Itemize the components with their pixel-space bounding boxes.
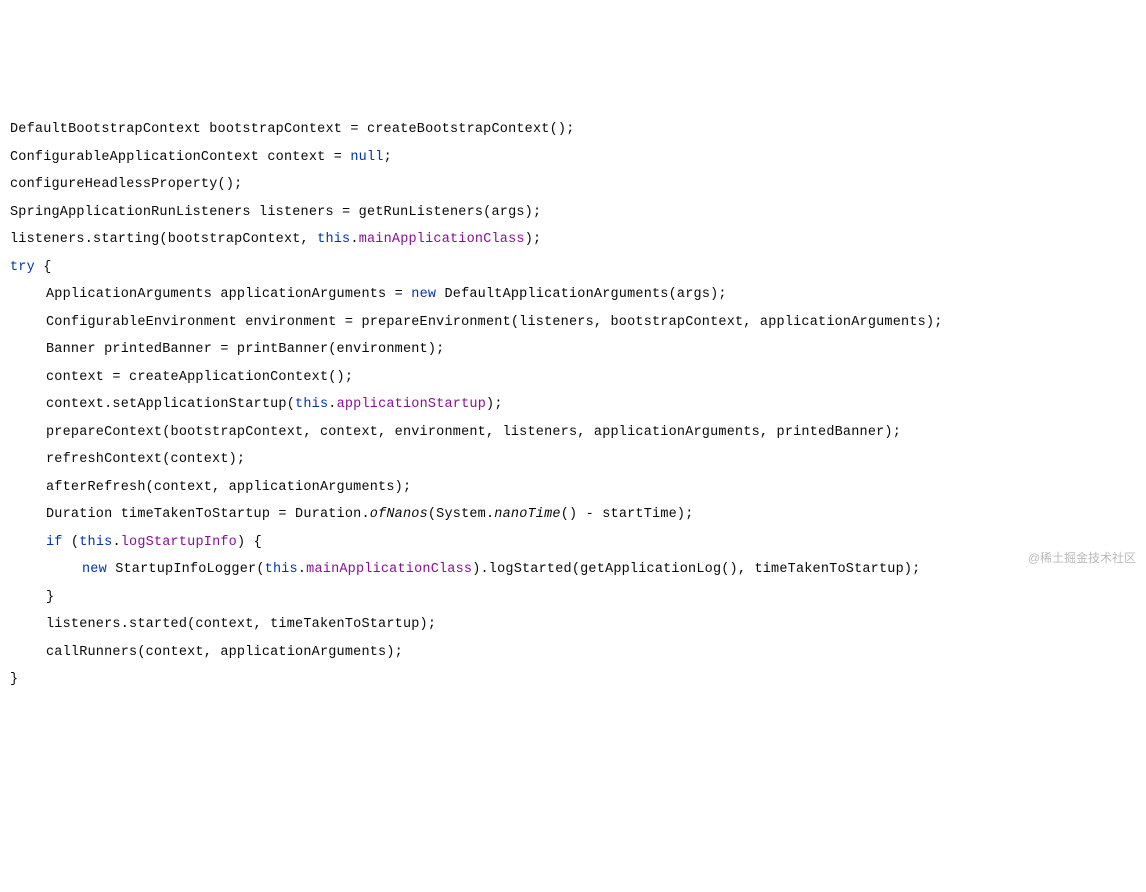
code-token: . xyxy=(328,397,336,412)
code-line: } xyxy=(10,584,1136,612)
code-token: if xyxy=(46,535,63,550)
code-token: new xyxy=(411,287,436,302)
code-token: } xyxy=(46,590,54,605)
code-token: ( xyxy=(63,535,80,550)
code-token: new xyxy=(82,562,107,577)
code-line: afterRefresh(context, applicationArgumen… xyxy=(10,474,1136,502)
code-token: StartupInfoLogger( xyxy=(107,562,265,577)
code-token: DefaultApplicationArguments(args); xyxy=(436,287,727,302)
code-token: applicationStartup xyxy=(337,397,486,412)
code-line: if (this.logStartupInfo) { xyxy=(10,529,1136,557)
code-line: context = createApplicationContext(); xyxy=(10,364,1136,392)
code-line: ConfigurableEnvironment environment = pr… xyxy=(10,309,1136,337)
code-block: DefaultBootstrapContext bootstrapContext… xyxy=(10,116,1136,694)
code-token: mainApplicationClass xyxy=(359,232,525,247)
code-token: this xyxy=(317,232,350,247)
code-token: . xyxy=(298,562,306,577)
code-line: callRunners(context, applicationArgument… xyxy=(10,639,1136,667)
code-line: Duration timeTakenToStartup = Duration.o… xyxy=(10,501,1136,529)
code-token: prepareContext(bootstrapContext, context… xyxy=(46,425,901,440)
code-token: context = createApplicationContext(); xyxy=(46,370,353,385)
code-line: prepareContext(bootstrapContext, context… xyxy=(10,419,1136,447)
code-line: context.setApplicationStartup(this.appli… xyxy=(10,391,1136,419)
code-line: ConfigurableApplicationContext context =… xyxy=(10,144,1136,172)
code-line: ApplicationArguments applicationArgument… xyxy=(10,281,1136,309)
code-token: nanoTime xyxy=(494,507,560,522)
code-token: ).logStarted(getApplicationLog(), timeTa… xyxy=(472,562,920,577)
code-token: () - startTime); xyxy=(561,507,694,522)
code-line: DefaultBootstrapContext bootstrapContext… xyxy=(10,116,1136,144)
code-token: ApplicationArguments applicationArgument… xyxy=(46,287,411,302)
code-token: callRunners(context, applicationArgument… xyxy=(46,645,403,660)
code-token: ConfigurableApplicationContext context = xyxy=(10,150,350,165)
code-line: listeners.starting(bootstrapContext, thi… xyxy=(10,226,1136,254)
code-token: } xyxy=(10,672,18,687)
code-line: SpringApplicationRunListeners listeners … xyxy=(10,199,1136,227)
code-line: listeners.started(context, timeTakenToSt… xyxy=(10,611,1136,639)
code-line: refreshContext(context); xyxy=(10,446,1136,474)
code-line: configureHeadlessProperty(); xyxy=(10,171,1136,199)
code-token: try xyxy=(10,260,35,275)
code-token: afterRefresh(context, applicationArgumen… xyxy=(46,480,411,495)
code-token: DefaultBootstrapContext bootstrapContext… xyxy=(10,122,575,137)
code-token: this xyxy=(265,562,298,577)
code-token: logStartupInfo xyxy=(121,535,237,550)
code-token: ); xyxy=(486,397,503,412)
code-token: Duration timeTakenToStartup = Duration. xyxy=(46,507,370,522)
code-token: ; xyxy=(384,150,392,165)
code-token: configureHeadlessProperty(); xyxy=(10,177,242,192)
code-token: refreshContext(context); xyxy=(46,452,245,467)
code-token: listeners.started(context, timeTakenToSt… xyxy=(46,617,436,632)
code-token: ConfigurableEnvironment environment = pr… xyxy=(46,315,943,330)
code-token: mainApplicationClass xyxy=(306,562,472,577)
code-line: } xyxy=(10,666,1136,694)
code-token: SpringApplicationRunListeners listeners … xyxy=(10,205,541,220)
watermark: @稀土掘金技术社区 xyxy=(1028,545,1136,573)
code-token: null xyxy=(350,150,383,165)
code-token: ); xyxy=(525,232,542,247)
code-token: context.setApplicationStartup( xyxy=(46,397,295,412)
code-token: this xyxy=(295,397,328,412)
code-token: { xyxy=(35,260,52,275)
code-token: ofNanos xyxy=(370,507,428,522)
code-token: Banner printedBanner = printBanner(envir… xyxy=(46,342,444,357)
code-token: this xyxy=(79,535,112,550)
code-line: Banner printedBanner = printBanner(envir… xyxy=(10,336,1136,364)
code-line: try { xyxy=(10,254,1136,282)
code-line: new StartupInfoLogger(this.mainApplicati… xyxy=(10,556,1136,584)
code-token: . xyxy=(112,535,120,550)
code-token: ) { xyxy=(237,535,262,550)
code-token: . xyxy=(350,232,358,247)
code-token: (System. xyxy=(428,507,494,522)
code-token: listeners.starting(bootstrapContext, xyxy=(10,232,317,247)
